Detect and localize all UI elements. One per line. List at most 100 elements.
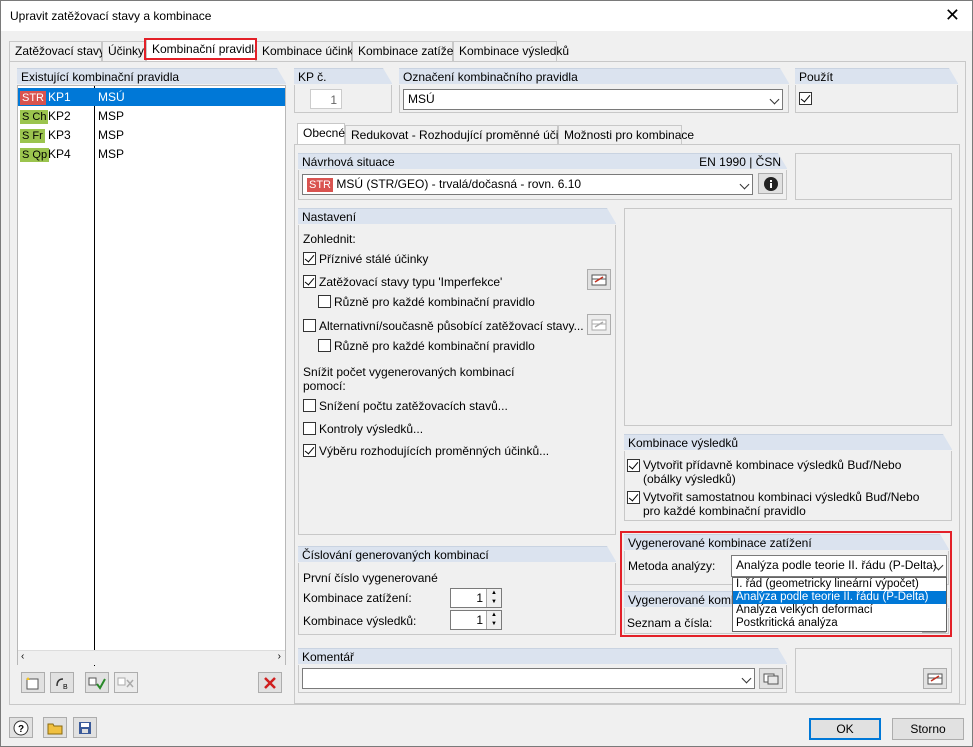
imperfection-checkbox[interactable] bbox=[303, 275, 316, 288]
spin-down-icon[interactable]: ▼ bbox=[486, 598, 501, 607]
tab-actions[interactable]: Účinky bbox=[102, 41, 146, 61]
help-button[interactable]: ? bbox=[9, 717, 33, 738]
rule-tag: S Qp bbox=[20, 148, 50, 162]
spin-up-icon[interactable]: ▲ bbox=[486, 589, 501, 598]
tab-load-cases[interactable]: Zatěžovací stavy bbox=[9, 41, 105, 61]
new-rule-button[interactable] bbox=[21, 672, 45, 693]
tab-action-combinations[interactable]: Kombinace účinků bbox=[256, 41, 360, 61]
column-divider bbox=[94, 86, 95, 666]
comment-combo[interactable] bbox=[302, 668, 755, 689]
result-opt2-checkbox[interactable] bbox=[627, 491, 640, 504]
subtab-general[interactable]: Obecné bbox=[297, 123, 345, 145]
result-opt1-line1: Vytvořit přídavně kombinace výsledků Buď… bbox=[643, 458, 902, 472]
result-combos-header: Kombinace výsledků bbox=[624, 434, 953, 451]
spin-down-icon[interactable]: ▼ bbox=[486, 620, 501, 629]
use-checkbox[interactable] bbox=[799, 92, 812, 105]
result-opt2-line2: pro každé kombinační pravidlo bbox=[643, 504, 806, 518]
decisive-checkbox[interactable] bbox=[303, 444, 316, 457]
open-button[interactable] bbox=[43, 717, 67, 738]
rule-name: MSP bbox=[98, 109, 125, 123]
spin-up-icon[interactable]: ▲ bbox=[486, 611, 501, 620]
alternative-label: Alternativní/současně působící zatěžovac… bbox=[319, 319, 584, 333]
edit-table-icon bbox=[591, 319, 607, 330]
svg-text:?: ? bbox=[18, 724, 24, 735]
tab-load-combinations[interactable]: Kombinace zatížení bbox=[352, 41, 463, 61]
empty-panel-bottom-right bbox=[795, 648, 952, 693]
info-icon bbox=[763, 176, 778, 191]
edit-table-icon bbox=[591, 274, 607, 285]
design-situation-value: MSÚ (STR/GEO) - trvalá/dočasná - rovn. 6… bbox=[336, 177, 582, 191]
save-button[interactable] bbox=[73, 717, 97, 738]
rule-name-combo[interactable]: MSÚ bbox=[403, 89, 783, 110]
check-all-button[interactable] bbox=[85, 672, 109, 693]
first-number-label: První číslo vygenerované bbox=[303, 571, 438, 585]
result-combo-number-value: 1 bbox=[476, 613, 483, 627]
different2-checkbox[interactable] bbox=[318, 339, 331, 352]
comment-edit-button[interactable] bbox=[759, 668, 783, 689]
renumber-button[interactable]: B bbox=[50, 672, 74, 693]
design-situation-body: STR MSÚ (STR/GEO) - trvalá/dočasná - rov… bbox=[298, 170, 787, 200]
folder-icon bbox=[47, 723, 63, 734]
design-situation-combo[interactable]: STR MSÚ (STR/GEO) - trvalá/dočasná - rov… bbox=[302, 174, 753, 195]
rule-tag: STR bbox=[20, 91, 46, 105]
tab-result-combinations[interactable]: Kombinace výsledků bbox=[453, 41, 569, 61]
subtab-reduce[interactable]: Redukovat - Rozhodující proměnné účinky bbox=[345, 125, 577, 145]
design-situation-label: Návrhová situace bbox=[302, 155, 395, 169]
design-situation-tag: STR bbox=[307, 178, 333, 192]
window-title: Upravit zatěžovací stavy a kombinace bbox=[10, 9, 212, 23]
favorable-label: Příznivé stálé účinky bbox=[319, 252, 429, 266]
scroll-left-icon[interactable]: ‹ bbox=[21, 651, 24, 662]
delete-rule-button[interactable] bbox=[258, 672, 282, 693]
chevron-down-icon bbox=[739, 179, 750, 190]
rules-toolbar: B bbox=[17, 666, 286, 698]
rule-tag: S Ch bbox=[20, 110, 49, 124]
reduce-lc-checkbox[interactable] bbox=[303, 399, 316, 412]
subtab-options[interactable]: Možnosti pro kombinace bbox=[558, 125, 694, 145]
save-icon bbox=[79, 721, 91, 734]
kp-no-field: 1 bbox=[310, 89, 342, 109]
result-checks-checkbox[interactable] bbox=[303, 422, 316, 435]
new-icon bbox=[26, 676, 39, 689]
close-icon[interactable]: ✕ bbox=[945, 5, 960, 25]
uncheck-all-button[interactable] bbox=[114, 672, 138, 693]
result-opt1-checkbox[interactable] bbox=[627, 459, 640, 472]
different2-label: Různě pro každé kombinační pravidlo bbox=[334, 339, 535, 353]
alternative-checkbox[interactable] bbox=[303, 319, 316, 332]
result-combo-number-label: Kombinace výsledků: bbox=[303, 614, 417, 628]
scroll-right-icon[interactable]: › bbox=[278, 651, 281, 662]
favorable-checkbox[interactable] bbox=[303, 252, 316, 265]
rule-name: MSP bbox=[98, 128, 125, 142]
empty-panel-top-right bbox=[795, 153, 952, 200]
help-icon: ? bbox=[13, 720, 29, 735]
different1-checkbox[interactable] bbox=[318, 295, 331, 308]
comment-body bbox=[298, 665, 787, 693]
result-combo-number-stepper[interactable]: 1 ▲ ▼ bbox=[450, 610, 502, 630]
rule-name: MSP bbox=[98, 147, 125, 161]
kp-no-body: 1 bbox=[294, 85, 392, 113]
kp-no-header: KP č. bbox=[294, 68, 393, 85]
consider-label: Zohlednit: bbox=[303, 232, 356, 246]
rule-name: MSÚ bbox=[98, 90, 125, 104]
numbering-header: Číslování generovaných kombinací bbox=[298, 546, 617, 563]
use-body bbox=[795, 85, 958, 113]
load-combo-number-value: 1 bbox=[476, 591, 483, 605]
rule-tag: S Fr bbox=[20, 129, 45, 143]
comment-header: Komentář bbox=[298, 648, 788, 665]
horizontal-scrollbar[interactable]: ‹ › bbox=[18, 650, 285, 665]
cancel-button[interactable]: Storno bbox=[892, 718, 964, 740]
alternative-edit-button[interactable] bbox=[587, 314, 611, 335]
ok-button[interactable]: OK bbox=[809, 718, 881, 740]
settings-header: Nastavení bbox=[298, 208, 617, 225]
rule-name-value: MSÚ bbox=[408, 92, 435, 106]
design-situation-header: Návrhová situace EN 1990 | ČSN bbox=[298, 153, 788, 170]
edit-table-icon bbox=[927, 673, 943, 684]
info-button[interactable] bbox=[758, 173, 783, 194]
load-combo-number-stepper[interactable]: 1 ▲ ▼ bbox=[450, 588, 502, 608]
rule-name-body: MSÚ bbox=[399, 85, 789, 113]
result-opt1-line2: (obálky výsledků) bbox=[643, 472, 736, 486]
rules-list: STR KP1 MSÚ S Ch KP2 MSP S Fr KP3 MSP S … bbox=[17, 85, 286, 666]
bottom-right-edit-button[interactable] bbox=[923, 668, 947, 689]
imperfection-edit-button[interactable] bbox=[587, 269, 611, 290]
settings-body bbox=[298, 225, 616, 535]
tab-highlight-frame bbox=[144, 38, 257, 60]
